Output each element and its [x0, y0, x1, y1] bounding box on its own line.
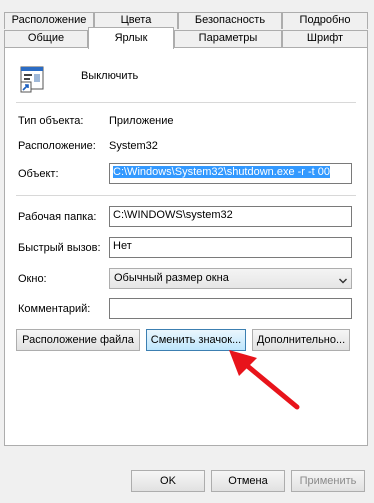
tab-font[interactable]: Шрифт	[282, 30, 368, 47]
location-value: System32	[109, 140, 158, 152]
separator-middle	[16, 195, 356, 196]
target-label: Объект:	[18, 168, 59, 180]
tab-shortcut[interactable]: Ярлык	[88, 27, 174, 49]
window-select[interactable]: Обычный размер окна	[109, 268, 352, 289]
location-label: Расположение:	[18, 140, 96, 152]
workdir-label: Рабочая папка:	[18, 211, 97, 223]
shortcut-name: Выключить	[81, 70, 139, 82]
ok-button[interactable]: OK	[131, 470, 205, 492]
hotkey-field[interactable]: Нет	[109, 237, 352, 258]
cancel-button[interactable]: Отмена	[211, 470, 285, 492]
tab-security[interactable]: Безопасность	[178, 12, 282, 29]
workdir-field[interactable]: C:\WINDOWS\system32	[109, 206, 352, 227]
shortcut-app-icon	[20, 66, 46, 94]
window-select-value: Обычный размер окна	[114, 272, 229, 284]
open-file-location-button[interactable]: Расположение файла	[16, 329, 140, 351]
comment-field[interactable]	[109, 298, 352, 319]
tab-options[interactable]: Параметры	[174, 30, 282, 47]
apply-button[interactable]: Применить	[291, 470, 365, 492]
separator-top	[16, 102, 356, 103]
shortcut-panel: Выключить Тип объекта: Приложение Распол…	[4, 47, 368, 446]
tab-location[interactable]: Расположение	[4, 12, 94, 29]
target-field[interactable]: C:\Windows\System32\shutdown.exe -r -t 0…	[109, 163, 352, 184]
red-arrow-icon	[223, 346, 303, 412]
tab-general[interactable]: Общие	[4, 30, 88, 47]
type-label: Тип объекта:	[18, 115, 84, 127]
hotkey-label: Быстрый вызов:	[18, 242, 101, 254]
window-label: Окно:	[18, 273, 47, 285]
type-value: Приложение	[109, 115, 174, 127]
target-text: C:\Windows\System32\shutdown.exe -r -t 0…	[113, 166, 331, 178]
chevron-down-icon	[339, 275, 347, 284]
comment-label: Комментарий:	[18, 303, 91, 315]
tab-details[interactable]: Подробно	[282, 12, 368, 29]
